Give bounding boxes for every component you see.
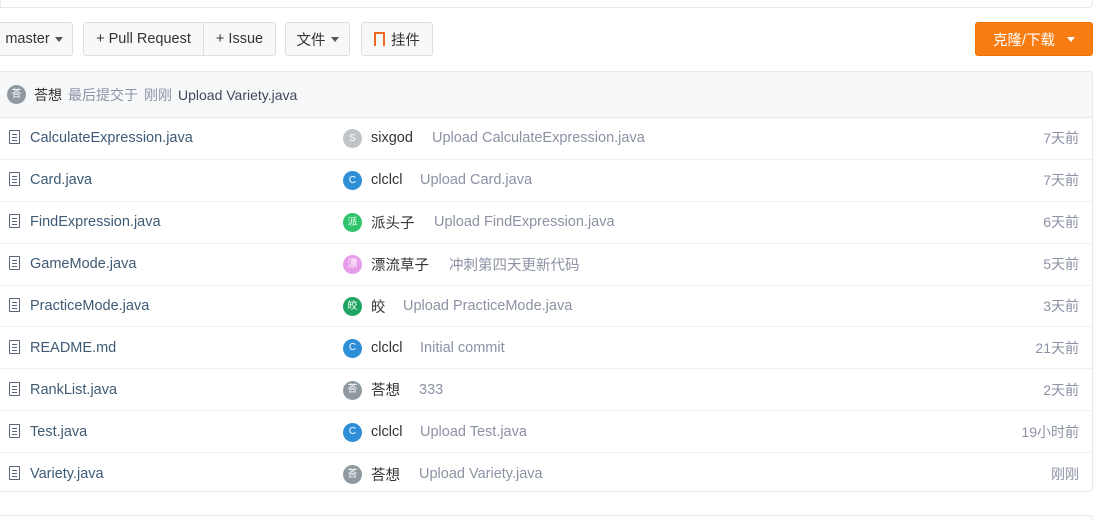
file-row: FindExpression.java 派派头子 Upload FindExpres… (0, 202, 1092, 244)
committer-name[interactable]: 荅想 (371, 464, 400, 485)
file-menu-button[interactable]: 文件 (285, 22, 350, 56)
file-name-link[interactable]: README.md (30, 340, 116, 356)
committer-name[interactable]: 派头子 (371, 212, 415, 233)
file-icon (9, 298, 20, 312)
file-icon (9, 339, 20, 354)
file-row: Variety.java 荅荅想 Upload Variety.java 刚刚 (0, 453, 1092, 491)
avatar[interactable]: 派 (343, 213, 362, 233)
committer-name[interactable]: 漂流草子 (371, 254, 429, 275)
file-name-link[interactable]: FindExpression.java (30, 214, 161, 230)
last-commit-label: 最后提交于 (68, 86, 138, 103)
avatar[interactable]: C (343, 422, 362, 442)
avatar[interactable]: 荅 (343, 380, 362, 400)
commit-time: 刚刚 (1051, 466, 1079, 483)
file-name-link[interactable]: RankList.java (30, 382, 117, 398)
file-label: 文件 (296, 32, 326, 49)
last-commit-message[interactable]: Upload Variety.java (178, 87, 297, 103)
file-icon (9, 172, 20, 187)
commit-message-link[interactable]: 333 (419, 382, 443, 398)
branch-select-button[interactable]: master (0, 22, 73, 56)
new-issue-button[interactable]: + Issue (203, 22, 276, 56)
commit-time: 2天前 (1043, 381, 1079, 398)
file-icon (9, 256, 20, 271)
new-pull-request-button[interactable]: + Pull Request (83, 22, 204, 56)
avatar[interactable]: 荅 (7, 85, 26, 104)
commit-message-link[interactable]: 冲刺第四天更新代码 (449, 254, 580, 275)
avatar[interactable]: 皎 (343, 297, 362, 316)
last-commit-bar: 荅 荅想 最后提交于 刚刚 Upload Variety.java (0, 72, 1092, 118)
file-icon (9, 381, 20, 396)
committer-name[interactable]: sixgod (371, 130, 413, 146)
commit-message-link[interactable]: Upload Variety.java (419, 466, 543, 482)
file-row: PracticeMode.java 皎皎 Upload PracticeMode.j… (0, 286, 1092, 328)
file-list: CalculateExpression.java Ssixgod Upload Ca… (0, 118, 1092, 491)
caret-down-icon (1067, 37, 1076, 42)
avatar[interactable]: C (343, 338, 362, 358)
commit-time: 19小时前 (1021, 423, 1079, 440)
avatar[interactable]: 漂 (343, 255, 362, 275)
commit-time: 3天前 (1043, 298, 1079, 314)
widget-button[interactable]: 挂件 (361, 22, 433, 56)
caret-down-icon (54, 37, 63, 42)
avatar[interactable]: C (343, 171, 362, 191)
committer-name[interactable]: 荅想 (371, 379, 400, 400)
avatar[interactable]: S (343, 129, 362, 149)
file-icon (9, 214, 20, 229)
clone-download-button[interactable]: 克隆/下载 (975, 22, 1093, 56)
commit-message-link[interactable]: Upload PracticeMode.java (403, 298, 572, 314)
file-icon (9, 130, 20, 145)
file-row: RankList.java 荅荅想 333 2天前 (0, 369, 1092, 412)
file-tree: 荅 荅想 最后提交于 刚刚 Upload Variety.java Calcul… (0, 71, 1093, 492)
committer-name[interactable]: clclcl (371, 340, 402, 356)
file-name-link[interactable]: GameMode.java (30, 256, 136, 272)
commit-message-link[interactable]: Initial commit (420, 340, 505, 356)
commit-message-link[interactable]: Upload CalculateExpression.java (432, 130, 645, 146)
commit-message-link[interactable]: Upload Card.java (420, 172, 532, 188)
file-row: CalculateExpression.java Ssixgod Upload Ca… (0, 118, 1092, 160)
bookmark-icon (374, 32, 385, 49)
commit-message-link[interactable]: Upload Test.java (420, 424, 527, 440)
last-commit-author[interactable]: 荅想 (34, 85, 62, 105)
issue-label: + Issue (215, 31, 264, 47)
file-name-link[interactable]: CalculateExpression.java (30, 130, 193, 146)
commit-message-link[interactable]: Upload FindExpression.java (434, 214, 615, 230)
caret-down-icon (330, 37, 339, 42)
commit-time: 7天前 (1043, 172, 1079, 189)
commit-time: 6天前 (1043, 214, 1079, 231)
file-name-link[interactable]: Test.java (30, 424, 87, 440)
repo-toolbar: master + Pull Request + Issue 文件 挂件 克隆/下… (0, 22, 1093, 58)
avatar[interactable]: 荅 (343, 465, 362, 485)
widget-label: 挂件 (391, 32, 420, 49)
branch-label: master (5, 31, 50, 47)
committer-name[interactable]: 皎 (371, 296, 386, 317)
next-panel-edge (0, 515, 1093, 521)
file-name-link[interactable]: Variety.java (30, 466, 104, 482)
clone-label: 克隆/下载 (992, 32, 1056, 49)
file-row: README.md Cclclcl Initial commit 21天前 (0, 327, 1092, 370)
file-row: Card.java Cclclcl Upload Card.java 7天前 (0, 160, 1092, 202)
file-icon (9, 423, 20, 438)
previous-panel-edge (0, 0, 1093, 8)
file-name-link[interactable]: PracticeMode.java (30, 298, 149, 314)
file-row: GameMode.java 漂漂流草子 冲刺第四天更新代码 5天前 (0, 244, 1092, 286)
committer-name[interactable]: clclcl (371, 172, 402, 188)
last-commit-time: 刚刚 (144, 86, 172, 103)
commit-time: 5天前 (1043, 256, 1079, 273)
file-name-link[interactable]: Card.java (30, 172, 92, 188)
commit-time: 21天前 (1035, 339, 1079, 356)
file-icon (9, 466, 20, 481)
commit-time: 7天前 (1043, 130, 1079, 147)
file-row: Test.java Cclclcl Upload Test.java 19小时前 (0, 411, 1092, 454)
committer-name[interactable]: clclcl (371, 424, 402, 440)
pull-request-label: + Pull Request (96, 31, 191, 47)
